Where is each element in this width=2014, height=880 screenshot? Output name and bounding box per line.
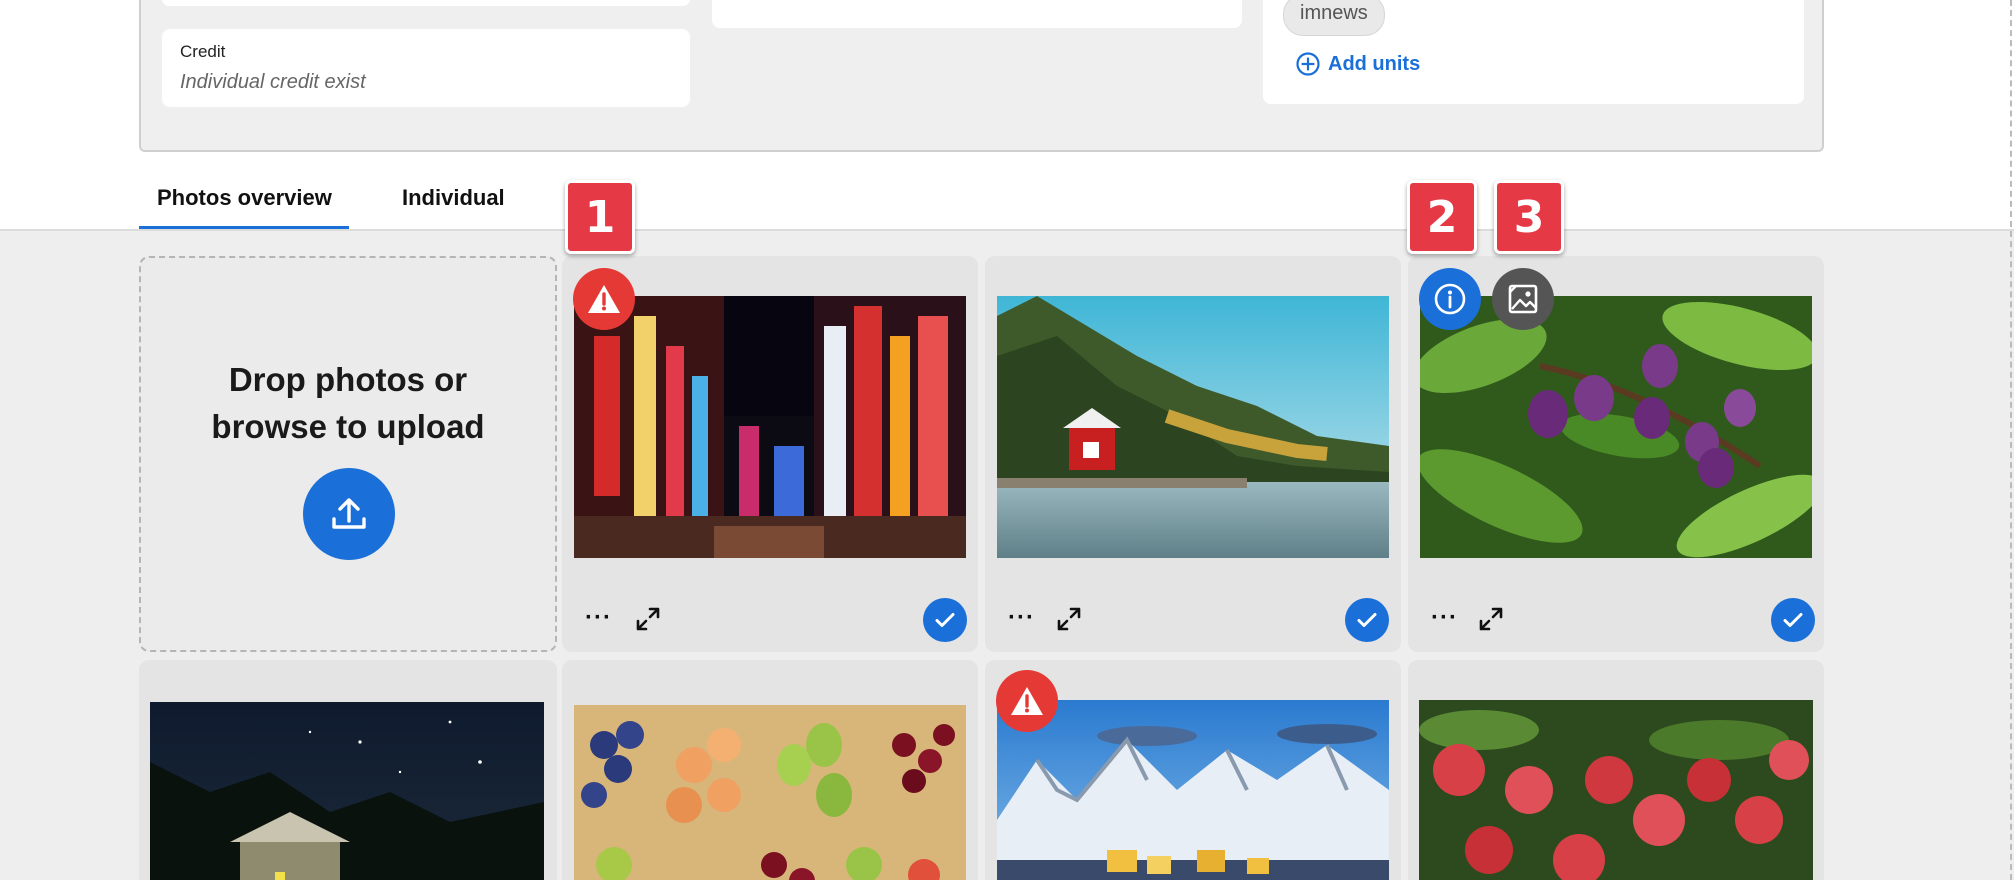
photo-thumbnail[interactable] [997, 700, 1389, 880]
upload-button[interactable] [303, 468, 395, 560]
unit-chip[interactable]: imnews [1283, 0, 1385, 36]
more-options-button[interactable]: ··· [585, 604, 612, 632]
field-card-top [162, 0, 690, 6]
tab-photos-overview[interactable]: Photos overview [157, 185, 332, 211]
photo-card-5[interactable] [562, 660, 978, 880]
check-icon [1357, 613, 1377, 627]
photo-thumbnail[interactable] [574, 296, 966, 558]
select-toggle[interactable] [1345, 598, 1389, 642]
annotation-marker-2: 2 [1407, 180, 1477, 254]
more-options-button[interactable]: ··· [1008, 604, 1035, 632]
photo-thumbnail[interactable] [574, 705, 966, 880]
upload-prompt-line1: Drop photos or [228, 361, 468, 398]
check-icon [935, 613, 955, 627]
expand-icon[interactable] [1056, 606, 1082, 632]
photo-manager-page: Credit Individual credit exist imnews Ad… [0, 0, 2014, 880]
photo-thumbnail[interactable] [1419, 700, 1813, 880]
annotation-marker-1: 1 [565, 180, 635, 254]
tab-individual[interactable]: Individual [402, 185, 505, 211]
more-options-button[interactable]: ··· [1431, 604, 1458, 632]
photo-card-4[interactable] [139, 660, 557, 880]
photo-card-2[interactable]: ··· [985, 256, 1401, 652]
credit-label: Credit [180, 42, 226, 61]
image-edit-icon [1508, 284, 1538, 314]
upload-prompt-line2: browse to upload [211, 408, 485, 445]
info-icon [1434, 283, 1466, 315]
image-action-badge[interactable] [1492, 268, 1554, 330]
info-badge[interactable] [1419, 268, 1481, 330]
warning-badge[interactable] [573, 268, 635, 330]
tabs-divider [0, 229, 2014, 231]
viewport-edge [2010, 0, 2012, 880]
warning-badge[interactable] [996, 670, 1058, 732]
photo-thumbnail[interactable] [997, 296, 1389, 558]
warning-icon [1011, 687, 1043, 715]
field-card-middle[interactable] [712, 0, 1242, 28]
check-icon [1783, 613, 1803, 627]
credit-field[interactable] [162, 29, 690, 107]
upload-prompt: Drop photos or browse to upload [141, 356, 555, 450]
photo-card-7[interactable] [1408, 660, 1824, 880]
add-circle-icon [1296, 52, 1320, 76]
add-units-label: Add units [1328, 52, 1421, 75]
select-toggle[interactable] [923, 598, 967, 642]
photo-thumbnail[interactable] [150, 702, 544, 880]
expand-icon[interactable] [1478, 606, 1504, 632]
upload-drop-zone[interactable]: Drop photos or browse to upload [139, 256, 557, 652]
add-units-button[interactable]: Add units [1296, 52, 1420, 76]
photo-card-6[interactable] [985, 660, 1401, 880]
photo-card-1[interactable]: ··· [562, 256, 978, 652]
expand-icon[interactable] [635, 606, 661, 632]
annotation-marker-3: 3 [1494, 180, 1564, 254]
photo-card-3[interactable]: ··· [1408, 256, 1824, 652]
warning-icon [588, 285, 620, 313]
credit-value: Individual credit exist [180, 71, 366, 93]
photo-thumbnail[interactable] [1420, 296, 1812, 558]
select-toggle[interactable] [1771, 598, 1815, 642]
upload-icon [332, 498, 366, 529]
